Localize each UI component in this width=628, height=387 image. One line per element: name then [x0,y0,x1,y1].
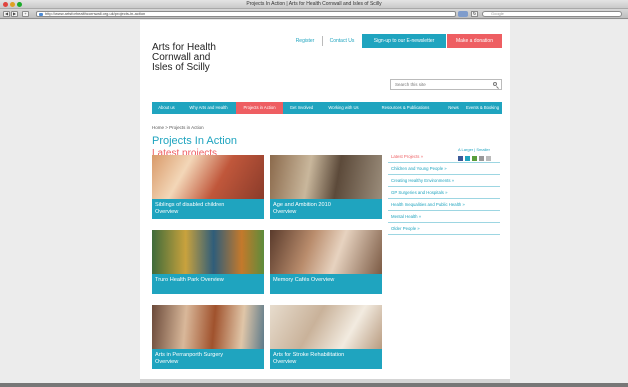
register-link[interactable]: Register [288,34,322,48]
site-search-input[interactable]: Search this site [390,79,502,90]
project-subtitle: Overview [273,359,297,365]
project-title: Age and Ambition 2010 [273,202,331,208]
project-caption: Memory Cafés Overview [270,274,382,294]
project-card-siblings[interactable]: Siblings of disabled children Overview [152,155,264,219]
project-title: Siblings of disabled children [155,202,225,208]
nav-about-us[interactable]: About us [152,102,181,114]
project-title: Truro Health Park Overview [155,277,224,283]
project-card-stroke-rehabilitation[interactable]: Arts for Stroke Rehabilitation Overview [270,305,382,369]
reload-button[interactable]: ↻ [471,11,478,17]
nav-resources-publications[interactable]: Resources & Publications [367,102,444,114]
project-photo [270,230,382,274]
donation-button[interactable]: Make a donation [447,34,502,48]
nav-get-involved[interactable]: Get Involved [283,102,320,114]
project-subtitle: Overview [155,209,179,215]
site-favicon-icon [39,13,43,16]
sidebar-link-gp-surgeries[interactable]: GP Surgeries and Hospitals » [388,187,500,199]
project-caption: Arts for Stroke Rehabilitation Overview [270,349,382,369]
browser-toolbar: ◀ ▶ + http://www.artsforhealthcornwall.o… [0,9,628,19]
sidebar-link-children[interactable]: Children and Young People » [388,163,500,175]
window-bottom-edge [0,383,628,387]
project-photo [270,155,382,199]
page-title: Projects In Action [152,135,237,147]
project-card-perranporth-surgery[interactable]: Arts in Perranporth Surgery Overview [152,305,264,369]
site-search-placeholder: Search this site [395,82,426,87]
project-card-truro-health-park[interactable]: Truro Health Park Overview [152,230,264,294]
project-caption: Arts in Perranporth Surgery Overview [152,349,264,369]
browser-search-placeholder: Google [491,11,504,16]
project-card-memory-cafes[interactable]: Memory Cafés Overview [270,230,382,294]
rss-icon[interactable] [458,11,468,17]
project-caption: Age and Ambition 2010 Overview [270,199,382,219]
web-page: Arts for Health Cornwall and Isles of Sc… [140,20,510,387]
main-navigation: About us Why Arts and Health Projects in… [152,102,502,114]
project-title: Arts for Stroke Rehabilitation [273,352,345,358]
project-photo [152,230,264,274]
browser-viewport: Arts for Health Cornwall and Isles of Sc… [0,20,628,387]
address-text: http://www.artsforhealthcornwall.org.uk/… [45,11,146,16]
nav-projects-in-action[interactable]: Projects in Action [236,102,283,114]
project-subtitle: Overview [155,359,179,365]
project-subtitle: Overview [273,209,297,215]
sidebar-link-health-inequalities[interactable]: Health Inequalities and Public Health » [388,199,500,211]
project-title: Memory Cafés Overview [273,277,335,283]
contact-link[interactable]: Contact Us [323,34,361,48]
sidebar-link-healthy-environments[interactable]: Creating Healthy Environments » [388,175,500,187]
nav-news[interactable]: News [444,102,463,114]
project-photo [152,155,264,199]
nav-working-with-us[interactable]: Working with Us [320,102,367,114]
browser-search-field[interactable]: Google [482,11,622,17]
sidebar-link-older-people[interactable]: Older People » [388,223,500,235]
project-photo [152,305,264,349]
nav-why-arts-and-health[interactable]: Why Arts and Health [181,102,236,114]
nav-events-booking[interactable]: Events & Booking [463,102,502,114]
window-titlebar: Projects In Action | Arts for Health Cor… [0,0,628,9]
project-caption: Siblings of disabled children Overview [152,199,264,219]
project-title: Arts in Perranporth Surgery [155,352,224,358]
project-caption: Truro Health Park Overview [152,274,264,294]
newsletter-signup-button[interactable]: Sign-up to our E-newsletter [362,34,446,48]
back-button[interactable]: ◀ [3,11,10,17]
project-card-age-and-ambition[interactable]: Age and Ambition 2010 Overview [270,155,382,219]
add-bookmark-button[interactable]: + [22,11,29,17]
breadcrumb: Home > Projects in Action [152,125,204,130]
sidebar-link-latest-projects[interactable]: Latest Projects » [388,151,500,163]
site-logo[interactable]: Arts for Health Cornwall and Isles of Sc… [152,43,252,73]
address-bar[interactable]: http://www.artsforhealthcornwall.org.uk/… [36,11,456,17]
search-icon[interactable] [493,82,497,86]
project-photo [270,305,382,349]
window-title: Projects In Action | Arts for Health Cor… [246,1,382,7]
forward-button[interactable]: ▶ [11,11,18,17]
sidebar-link-mental-health[interactable]: Mental Health » [388,211,500,223]
logo-line-3: Isles of Scilly [152,62,210,73]
